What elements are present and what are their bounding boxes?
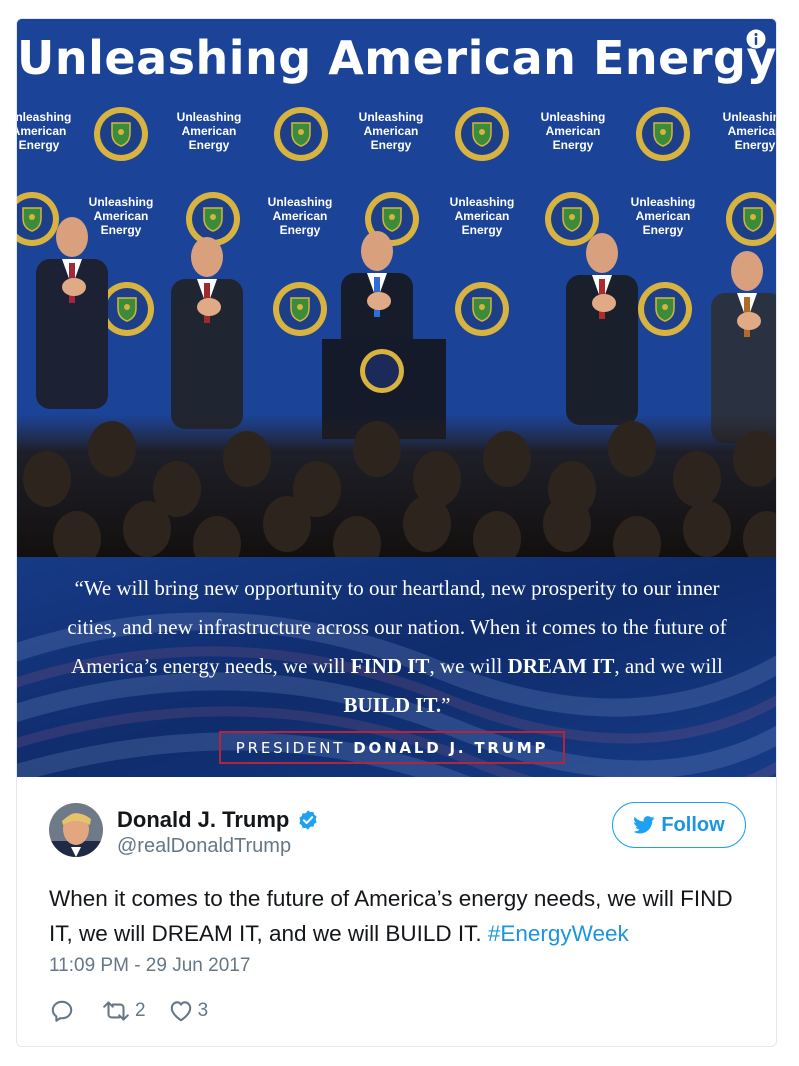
heart-icon — [170, 1001, 191, 1022]
quote-text: “We will bring new opportunity to our he… — [67, 576, 727, 717]
audience-head — [483, 431, 531, 487]
audience-head — [673, 451, 721, 507]
doe-seal-logo — [636, 107, 690, 161]
audience-head — [123, 501, 171, 557]
like-button[interactable]: 3 — [168, 998, 209, 1024]
verified-badge-icon — [299, 810, 317, 830]
doe-seal-logo — [455, 107, 509, 161]
hashtag-link[interactable]: #EnergyWeek — [488, 921, 629, 946]
doe-seal-logo — [273, 282, 327, 336]
display-name[interactable]: Donald J. Trump — [117, 807, 289, 833]
tweet-media-image[interactable]: UnleashingAmericanEnergyUnleashingAmeric… — [17, 19, 776, 777]
audience-head — [608, 421, 656, 477]
retweet-count: 2 — [135, 1000, 146, 1021]
bird-icon — [633, 816, 655, 834]
doe-seal-logo — [186, 192, 240, 246]
audience-head — [353, 421, 401, 477]
audience-head — [23, 451, 71, 507]
audience-head — [403, 496, 451, 552]
follow-label: Follow — [661, 813, 725, 836]
reply-button[interactable] — [49, 998, 79, 1024]
retweet-icon — [103, 1001, 129, 1021]
avatar[interactable] — [49, 803, 103, 857]
tweet-text: When it comes to the future of America’s… — [49, 881, 749, 951]
follow-button[interactable]: Follow — [612, 802, 746, 848]
audience-head — [683, 501, 731, 557]
audience-head — [88, 421, 136, 477]
photo-headline: Unleashing American Energy — [17, 31, 776, 85]
retweet-button[interactable]: 2 — [101, 998, 146, 1024]
reply-icon — [51, 1000, 73, 1022]
like-count: 3 — [197, 1000, 209, 1021]
doe-seal-logo — [638, 282, 692, 336]
doe-seal-logo — [274, 107, 328, 161]
doe-seal-logo — [100, 282, 154, 336]
author-name[interactable]: Donald J. Trump — [117, 807, 319, 833]
tweet-card: UnleashingAmericanEnergyUnleashingAmeric… — [16, 18, 777, 1047]
doe-seal-logo — [455, 282, 509, 336]
tweet-actions: 2 3 — [49, 997, 230, 1025]
tweet-timestamp[interactable]: 11:09 PM - 29 Jun 2017 — [49, 955, 250, 977]
audience-head — [223, 431, 271, 487]
attribution-title: PRESIDENT — [235, 738, 346, 757]
quote-attribution: PRESIDENT DONALD J. TRUMP — [219, 731, 565, 764]
audience-head — [543, 496, 591, 552]
doe-seal-logo — [545, 192, 599, 246]
audience-head — [263, 496, 311, 552]
attribution-name: DONALD J. TRUMP — [353, 738, 549, 757]
info-icon[interactable] — [744, 27, 768, 51]
tweet-body: When it comes to the future of America’s… — [49, 886, 733, 946]
author-handle[interactable]: @realDonaldTrump — [117, 835, 291, 858]
doe-seal-logo — [94, 107, 148, 161]
